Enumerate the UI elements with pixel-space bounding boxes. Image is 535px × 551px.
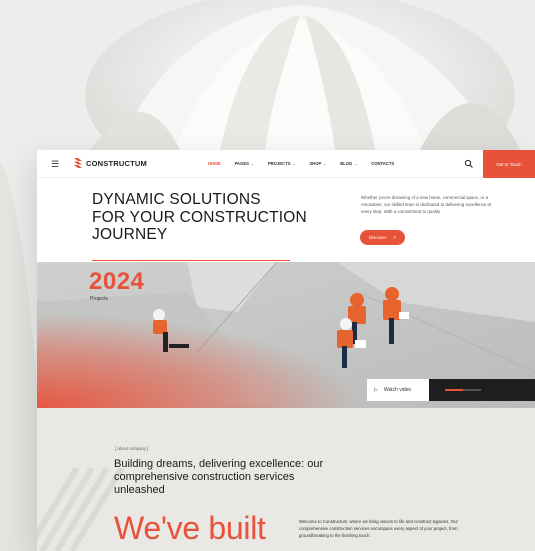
projects-label: Projects [90, 296, 109, 302]
about-headline: Building dreams, delivering excellence: … [114, 458, 324, 496]
projects-year: 2024 [89, 268, 145, 295]
top-navigation: ☰ CONSTRUCTUM HOME PAGES ⌄ PROJECTS ⌄ SHOP… [37, 150, 535, 178]
about-description: Welcome to Constructum, where we bring v… [299, 519, 458, 538]
nav-item-projects[interactable]: PROJECTS ⌄ [268, 161, 296, 166]
nav-item-contacts[interactable]: CONTACTS [371, 161, 394, 166]
discover-button[interactable]: Discover ↗ [360, 230, 405, 245]
video-controls[interactable] [429, 379, 535, 401]
chevron-down-icon: ⌄ [323, 162, 327, 166]
about-label: [ about company ] [115, 446, 149, 451]
hero-title: DYNAMIC SOLUTIONS FOR YOUR CONSTRUCTION … [92, 191, 307, 243]
main-menu: HOME PAGES ⌄ PROJECTS ⌄ SHOP ⌄ BLOG ⌄ CONTAC… [208, 161, 394, 166]
chevron-down-icon: ⌄ [292, 162, 296, 166]
logo-text: CONSTRUCTUM [86, 158, 147, 168]
nav-item-home[interactable]: HOME [208, 161, 221, 166]
hero-description: Whether you're dreaming of a new home, c… [361, 195, 492, 214]
arrow-up-right-icon: ↗ [392, 234, 397, 240]
get-in-touch-button[interactable]: Get In Touch [483, 150, 535, 178]
hamburger-icon[interactable]: ☰ [51, 159, 59, 169]
nav-item-shop[interactable]: SHOP ⌄ [309, 161, 326, 166]
video-progress-fill [445, 389, 463, 391]
search-icon[interactable] [464, 159, 474, 169]
watch-video-button[interactable]: ▷ Watch video [367, 379, 429, 401]
website-preview: ☰ CONSTRUCTUM HOME PAGES ⌄ PROJECTS ⌄ SHOP… [37, 150, 535, 551]
constructum-logo-icon [74, 158, 82, 168]
nav-item-blog[interactable]: BLOG ⌄ [340, 161, 357, 166]
hero-divider [92, 260, 290, 261]
nav-item-pages[interactable]: PAGES ⌄ [235, 161, 254, 166]
logo[interactable]: CONSTRUCTUM [74, 158, 147, 168]
chevron-down-icon: ⌄ [354, 162, 358, 166]
chevron-down-icon: ⌄ [250, 162, 254, 166]
about-big-text: We've built [114, 510, 266, 546]
play-icon: ▷ [374, 387, 378, 393]
